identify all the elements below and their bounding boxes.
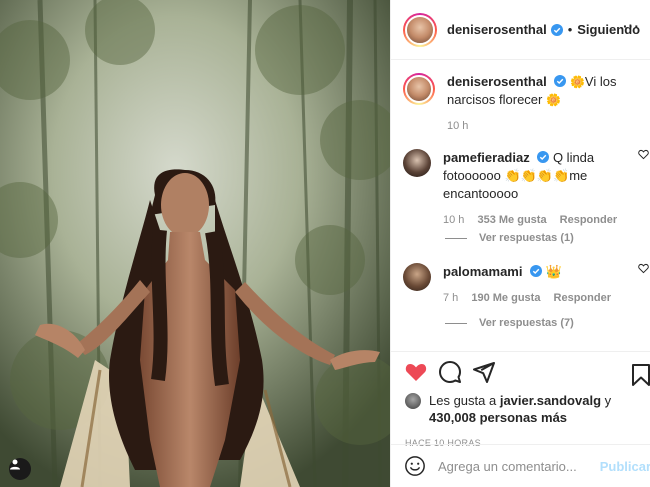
- add-comment-bar: Publicar: [391, 444, 650, 487]
- caption-row: deniserosenthal 🌼Vi los narcisos florece…: [403, 73, 643, 135]
- caption-text: deniserosenthal 🌼Vi los narcisos florece…: [447, 73, 637, 135]
- reply-button[interactable]: Responder: [560, 214, 617, 226]
- sunflower-emoji: 🌼: [546, 93, 561, 107]
- user-tag-icon[interactable]: [9, 458, 31, 480]
- replies-line: [445, 237, 467, 239]
- action-bar: [391, 352, 650, 392]
- sunflower-emoji: 🌼: [569, 75, 585, 89]
- separator-dot: •: [567, 22, 573, 37]
- comment-likes[interactable]: 190 Me gusta: [471, 292, 540, 304]
- post-side-panel: deniserosenthal • Siguiendo deniserosent…: [390, 0, 650, 487]
- post-actions: Les gusta a javier.sandovalg y 430,008 p…: [391, 351, 650, 448]
- caption-meta: 10 h: [447, 117, 637, 135]
- verified-badge-icon: [550, 23, 563, 36]
- likes-summary: Les gusta a javier.sandovalg y 430,008 p…: [391, 392, 650, 426]
- comment-icon[interactable]: [438, 360, 462, 384]
- likes-text: Les gusta a javier.sandovalg y 430,008 p…: [429, 392, 611, 426]
- author-avatar[interactable]: [403, 12, 437, 47]
- comment-text: pamefieradiaz Q linda fotoooooo 👏👏👏👏me e…: [443, 149, 633, 229]
- reply-button[interactable]: Responder: [554, 292, 611, 304]
- likes-prefix: Les gusta a: [429, 393, 497, 408]
- commenter-avatar[interactable]: [403, 263, 431, 291]
- heart-icon[interactable]: [404, 360, 428, 384]
- comment-likes[interactable]: 353 Me gusta: [477, 214, 546, 226]
- comment-text: palomamami 👑 7 h 190 Me gusta Responder: [443, 263, 633, 307]
- caption-avatar[interactable]: [403, 73, 435, 105]
- verified-badge-icon: [554, 75, 567, 87]
- likes-count[interactable]: 430,008 personas más: [429, 410, 567, 425]
- post-photo[interactable]: [0, 0, 390, 487]
- commenter-username[interactable]: palomamami: [443, 264, 522, 279]
- commenter-username[interactable]: pamefieradiaz: [443, 150, 530, 165]
- comments-list: deniserosenthal 🌼Vi los narcisos florece…: [391, 61, 650, 351]
- view-replies-label: Ver respuestas (7): [479, 317, 574, 329]
- liked-by-username[interactable]: javier.sandovalg: [500, 393, 601, 408]
- comment-meta: 7 h 190 Me gusta Responder: [443, 289, 633, 307]
- caption-username[interactable]: deniserosenthal: [447, 74, 547, 89]
- comment-time[interactable]: 10 h: [443, 214, 464, 226]
- comment-input[interactable]: [438, 458, 598, 474]
- photo-illustration: [0, 0, 390, 487]
- author-username[interactable]: deniserosenthal: [447, 22, 547, 37]
- liker-avatar[interactable]: [405, 393, 421, 409]
- instagram-post: deniserosenthal • Siguiendo deniserosent…: [0, 0, 650, 487]
- view-replies-label: Ver respuestas (1): [479, 232, 574, 244]
- comment-row: pamefieradiaz Q linda fotoooooo 👏👏👏👏me e…: [403, 149, 649, 229]
- verified-badge-icon: [537, 151, 550, 163]
- caption-time[interactable]: 10 h: [447, 120, 468, 132]
- heart-icon[interactable]: [638, 263, 649, 274]
- share-icon[interactable]: [472, 360, 496, 384]
- smile-icon[interactable]: [404, 455, 426, 477]
- comment-meta: 10 h 353 Me gusta Responder: [443, 211, 633, 229]
- more-options-icon[interactable]: ···: [623, 18, 640, 34]
- bookmark-icon[interactable]: [631, 363, 650, 387]
- comment-body: 👑: [545, 264, 562, 279]
- post-header: deniserosenthal • Siguiendo: [391, 0, 650, 60]
- comment-time[interactable]: 7 h: [443, 292, 458, 304]
- verified-badge-icon: [530, 265, 543, 277]
- replies-line: [445, 322, 467, 324]
- likes-and: y: [604, 393, 612, 408]
- publish-button[interactable]: Publicar: [600, 459, 650, 474]
- comment-row: palomamami 👑 7 h 190 Me gusta Responder: [403, 263, 649, 307]
- heart-icon[interactable]: [638, 149, 649, 160]
- view-replies-button[interactable]: Ver respuestas (7): [445, 317, 574, 329]
- commenter-avatar[interactable]: [403, 149, 431, 177]
- view-replies-button[interactable]: Ver respuestas (1): [445, 232, 574, 244]
